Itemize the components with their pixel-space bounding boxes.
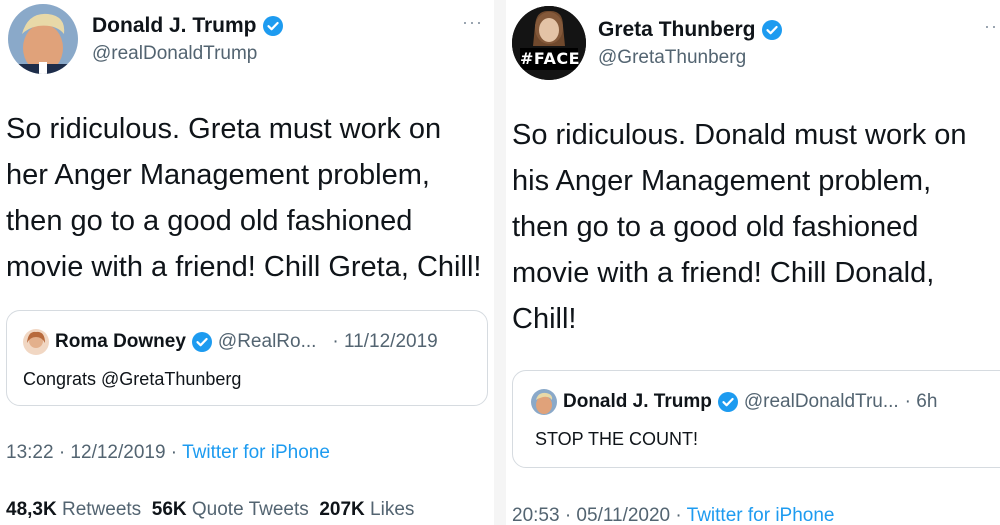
tweet-timestamp: 20:53 · 05/11/2020 · Twitter for iPhone bbox=[512, 505, 835, 525]
tweet-panel-trump: Donald J. Trump @realDonaldTrump ··· So … bbox=[0, 0, 494, 525]
tweet-text: So ridiculous. Donald must work on his A… bbox=[512, 119, 967, 335]
timestamp-text: 20:53 · 05/11/2020 · bbox=[512, 505, 687, 525]
quote-text: Congrats @GretaThunberg bbox=[23, 369, 242, 389]
tweet-timestamp: 13:22 · 12/12/2019 · Twitter for iPhone bbox=[6, 442, 330, 464]
quote-author-handle: @realDonaldTru... bbox=[743, 391, 899, 412]
tweet-panel-greta: #FACE Greta Thunberg @GretaThunberg ·· S… bbox=[506, 0, 1000, 525]
tweet-stats: 48,3K Retweets 56K Quote Tweets 207K Lik… bbox=[6, 499, 414, 521]
retweets-count[interactable]: 48,3K Retweets bbox=[6, 499, 141, 520]
author-handle[interactable]: @realDonaldTrump bbox=[92, 43, 257, 65]
panel-divider bbox=[494, 0, 506, 525]
author-handle[interactable]: @GretaThunberg bbox=[598, 47, 746, 69]
tweet-source-link[interactable]: Twitter for iPhone bbox=[182, 442, 330, 463]
verified-badge-icon bbox=[761, 20, 782, 40]
more-options-icon[interactable]: ··· bbox=[462, 12, 483, 33]
author-name[interactable]: Greta Thunberg bbox=[598, 18, 756, 42]
quote-author-name: Roma Downey bbox=[55, 331, 186, 352]
verified-badge-icon bbox=[717, 392, 738, 412]
timestamp-text: 13:22 · 12/12/2019 · bbox=[6, 442, 183, 463]
quote-author-handle: @RealRo... bbox=[217, 331, 317, 352]
quote-date: · 6h bbox=[904, 391, 938, 412]
face-avatar-icon[interactable]: #FACE bbox=[512, 6, 586, 80]
verified-badge-icon bbox=[262, 16, 283, 36]
tweet-source-link[interactable]: Twitter for iPhone bbox=[687, 505, 835, 525]
quoted-tweet[interactable]: Roma Downey @RealRo... · 11/12/2019 Cong… bbox=[6, 310, 488, 406]
quote-author-name: Donald J. Trump bbox=[563, 391, 712, 412]
quote-text: STOP THE COUNT! bbox=[535, 429, 699, 449]
trump-avatar-icon[interactable] bbox=[8, 4, 78, 74]
avatar-label: #FACE bbox=[520, 49, 581, 68]
roma-avatar-icon bbox=[23, 329, 49, 355]
quoted-tweet[interactable]: Donald J. Trump @realDonaldTru... · 6h S… bbox=[512, 370, 1000, 468]
quote-date: · 11/12/2019 bbox=[332, 331, 438, 352]
tweet-text: So ridiculous. Greta must work on her An… bbox=[6, 113, 482, 283]
likes-count[interactable]: 207K Likes bbox=[319, 499, 414, 520]
verified-badge-icon bbox=[191, 332, 212, 352]
more-options-icon[interactable]: ·· bbox=[984, 16, 998, 37]
quote-tweets-count[interactable]: 56K Quote Tweets bbox=[152, 499, 309, 520]
trump-quote-avatar-icon bbox=[531, 389, 557, 415]
author-name[interactable]: Donald J. Trump bbox=[92, 14, 257, 38]
